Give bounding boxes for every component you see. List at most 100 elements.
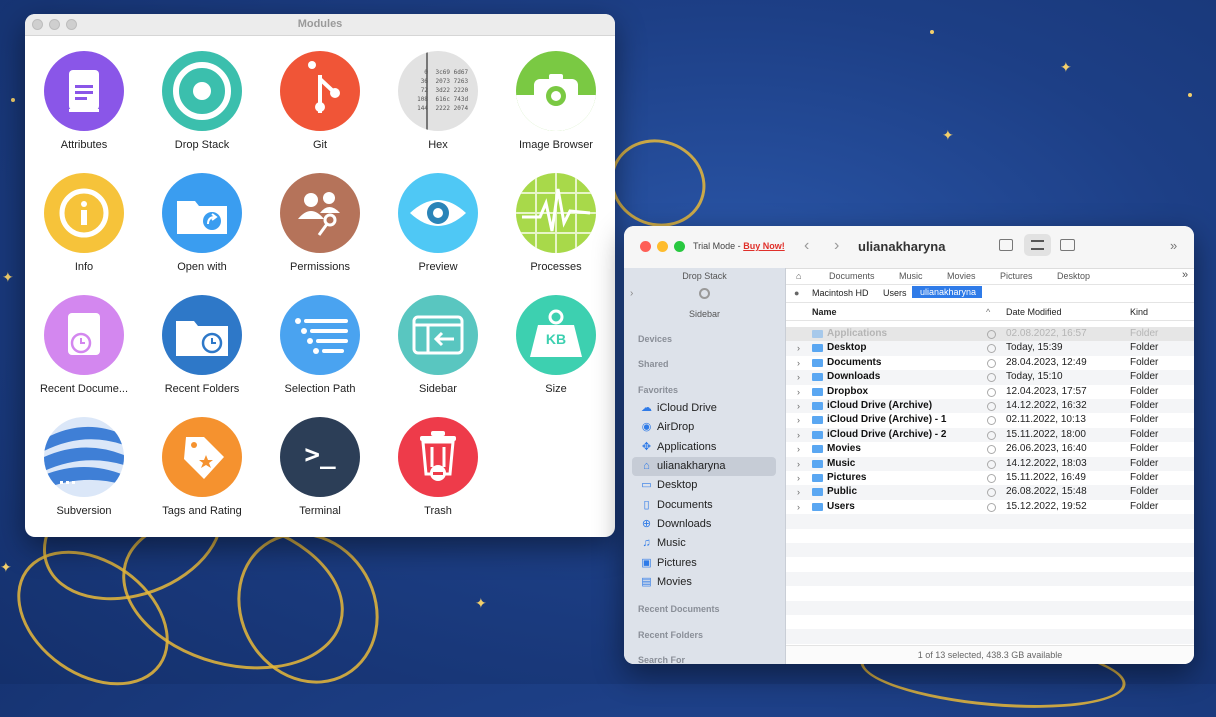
file-date: Today, 15:10	[1006, 371, 1063, 383]
module-selection-path[interactable]: Selection Path	[261, 295, 379, 395]
sidebar-item-desktop[interactable]: ▭ Desktop	[632, 476, 776, 495]
disclosure-chevron-icon[interactable]: ›	[797, 428, 800, 442]
table-row[interactable]: › Desktop Today, 15:39 Folder	[786, 341, 1194, 356]
table-row[interactable]: › iCloud Drive (Archive) - 1 02.11.2022, 1…	[786, 413, 1194, 427]
table-row[interactable]: › Music 14.12.2022, 18:03 Folder	[786, 456, 1194, 471]
module-image-browser[interactable]: Image Browser	[497, 51, 615, 151]
sidebar-item-music[interactable]: ♫ Music	[632, 534, 776, 553]
file-date: 26.06.2023, 16:40	[1006, 443, 1087, 455]
modules-window: Modules Attributes Drop Stack Git 0 3c69…	[25, 14, 615, 537]
list-view-button[interactable]	[1024, 234, 1051, 256]
module-attributes[interactable]: Attributes	[25, 51, 143, 151]
disclosure-chevron-icon[interactable]: ›	[797, 500, 800, 514]
section-search-for[interactable]: Search For	[638, 655, 685, 664]
module-sidebar[interactable]: Sidebar	[379, 295, 497, 395]
section-recent-folders[interactable]: Recent Folders	[638, 630, 703, 640]
chevron-right-icon[interactable]: ›	[630, 288, 633, 299]
modules-titlebar: Modules	[25, 14, 615, 36]
sidebar-item-airdrop[interactable]: ◉ AirDrop	[632, 418, 776, 437]
table-row[interactable]: › Documents 28.04.2023, 12:49 Folder	[786, 356, 1194, 370]
disclosure-chevron-icon[interactable]: ›	[797, 399, 800, 413]
module-terminal[interactable]: >_ Terminal	[261, 417, 379, 517]
sidebar-item-pictures[interactable]: ▣ Pictures	[632, 554, 776, 573]
sidebar-item-movies[interactable]: ▤ Movies	[632, 573, 776, 592]
column-view-button[interactable]	[1060, 239, 1075, 251]
sidebar-item-icloud-drive[interactable]: ☁ iCloud Drive	[632, 399, 776, 418]
module-recent-documents[interactable]: Recent Docume...	[25, 295, 143, 395]
disclosure-chevron-icon[interactable]: ›	[797, 413, 800, 427]
disclosure-chevron-icon[interactable]: ›	[797, 341, 800, 355]
trial-mode-label: Trial Mode -	[693, 241, 741, 251]
favorites-bar-item[interactable]: Documents	[829, 271, 875, 281]
folder-icon	[812, 344, 823, 353]
table-row[interactable]: › iCloud Drive (Archive) 14.12.2022, 16:32…	[786, 399, 1194, 414]
folder-arrow-icon	[162, 173, 242, 253]
breadcrumb-item[interactable]: Users	[883, 288, 907, 298]
table-row[interactable]: › Public 26.08.2022, 15:48 Folder	[786, 485, 1194, 500]
weight-kb-icon: KB	[516, 295, 596, 375]
sidebar-item-documents[interactable]: ▯ Documents	[632, 496, 776, 515]
module-size[interactable]: KB Size	[497, 295, 615, 395]
table-row[interactable]: Applications 02.08.2022, 16:57 Folder	[786, 327, 1194, 342]
table-row[interactable]: › Downloads Today, 15:10 Folder	[786, 370, 1194, 385]
overflow-icon[interactable]: »	[1182, 269, 1188, 281]
favorites-bar-item[interactable]: Music	[899, 271, 923, 281]
module-open-with[interactable]: Open with	[143, 173, 261, 273]
disclosure-chevron-icon[interactable]: ›	[797, 485, 800, 499]
toolbar-overflow-icon[interactable]: »	[1170, 238, 1177, 253]
file-kind: Folder	[1130, 457, 1159, 469]
disclosure-chevron-icon[interactable]: ›	[797, 385, 800, 399]
disclosure-chevron-icon[interactable]: ›	[797, 442, 800, 456]
favorites-bar-item[interactable]: Movies	[947, 271, 976, 281]
drop-stack-target-icon[interactable]	[699, 288, 710, 299]
module-tags-and-rating[interactable]: Tags and Rating	[143, 417, 261, 517]
section-favorites[interactable]: Favorites	[638, 385, 678, 395]
module-git[interactable]: Git	[261, 51, 379, 151]
sidebar-item-downloads[interactable]: ⊕ Downloads	[632, 515, 776, 534]
module-subversion[interactable]: Subversion	[25, 417, 143, 517]
module-hex[interactable]: 0 3c69 6d67 36 2073 7263 72 3d22 2220 10…	[379, 51, 497, 151]
disclosure-chevron-icon[interactable]: ›	[797, 356, 800, 370]
table-row[interactable]: › Movies 26.06.2023, 16:40 Folder	[786, 442, 1194, 456]
module-recent-folders[interactable]: Recent Folders	[143, 295, 261, 395]
sort-ascending-icon[interactable]: ^	[986, 307, 990, 317]
minimize-button[interactable]	[657, 241, 668, 252]
sync-status-icon	[987, 445, 996, 455]
disclosure-chevron-icon[interactable]: ›	[797, 471, 800, 485]
module-processes[interactable]: Processes	[497, 173, 615, 273]
sync-status-icon	[987, 416, 996, 426]
buy-now-link[interactable]: Buy Now!	[743, 241, 785, 251]
column-name[interactable]: Name	[812, 307, 837, 317]
sidebar-item-applications[interactable]: ✥ Applications	[632, 438, 776, 457]
column-kind[interactable]: Kind	[1130, 307, 1148, 317]
breadcrumb-item[interactable]: Macintosh HD	[812, 288, 869, 298]
back-button[interactable]: ‹	[804, 237, 809, 255]
disclosure-chevron-icon[interactable]: ›	[797, 457, 800, 471]
column-date[interactable]: Date Modified	[1006, 307, 1062, 317]
file-date: Today, 15:39	[1006, 342, 1063, 354]
module-info[interactable]: Info	[25, 173, 143, 273]
home-icon[interactable]: ⌂	[796, 271, 801, 281]
module-permissions[interactable]: Permissions	[261, 173, 379, 273]
table-row[interactable]: › iCloud Drive (Archive) - 2 15.11.2022, 1…	[786, 427, 1194, 443]
table-row[interactable]: › Users 15.12.2022, 19:52 Folder	[786, 500, 1194, 514]
section-shared[interactable]: Shared	[638, 359, 669, 369]
close-button[interactable]	[640, 241, 651, 252]
module-drop-stack[interactable]: Drop Stack	[143, 51, 261, 151]
favorites-bar-item[interactable]: Desktop	[1057, 271, 1090, 281]
table-row[interactable]: › Dropbox 12.04.2023, 17:57 Folder	[786, 385, 1194, 399]
icon-view-button[interactable]	[999, 239, 1013, 251]
breadcrumb-current[interactable]: ulianakharyna	[912, 286, 983, 298]
section-devices[interactable]: Devices	[638, 334, 672, 344]
module-trash[interactable]: Trash	[379, 417, 497, 517]
forward-button[interactable]: ›	[834, 237, 839, 255]
table-row[interactable]: › Pictures 15.11.2022, 16:49 Folder	[786, 471, 1194, 485]
favorites-bar-item[interactable]: Pictures	[1000, 271, 1033, 281]
disclosure-chevron-icon[interactable]: ›	[797, 370, 800, 384]
module-preview[interactable]: Preview	[379, 173, 497, 273]
zoom-button[interactable]	[674, 241, 685, 252]
sync-status-icon	[987, 488, 996, 498]
empty-row	[786, 543, 1194, 558]
section-recent-documents[interactable]: Recent Documents	[638, 604, 720, 614]
sidebar-item-ulianakharyna[interactable]: ⌂ ulianakharyna	[632, 457, 776, 476]
